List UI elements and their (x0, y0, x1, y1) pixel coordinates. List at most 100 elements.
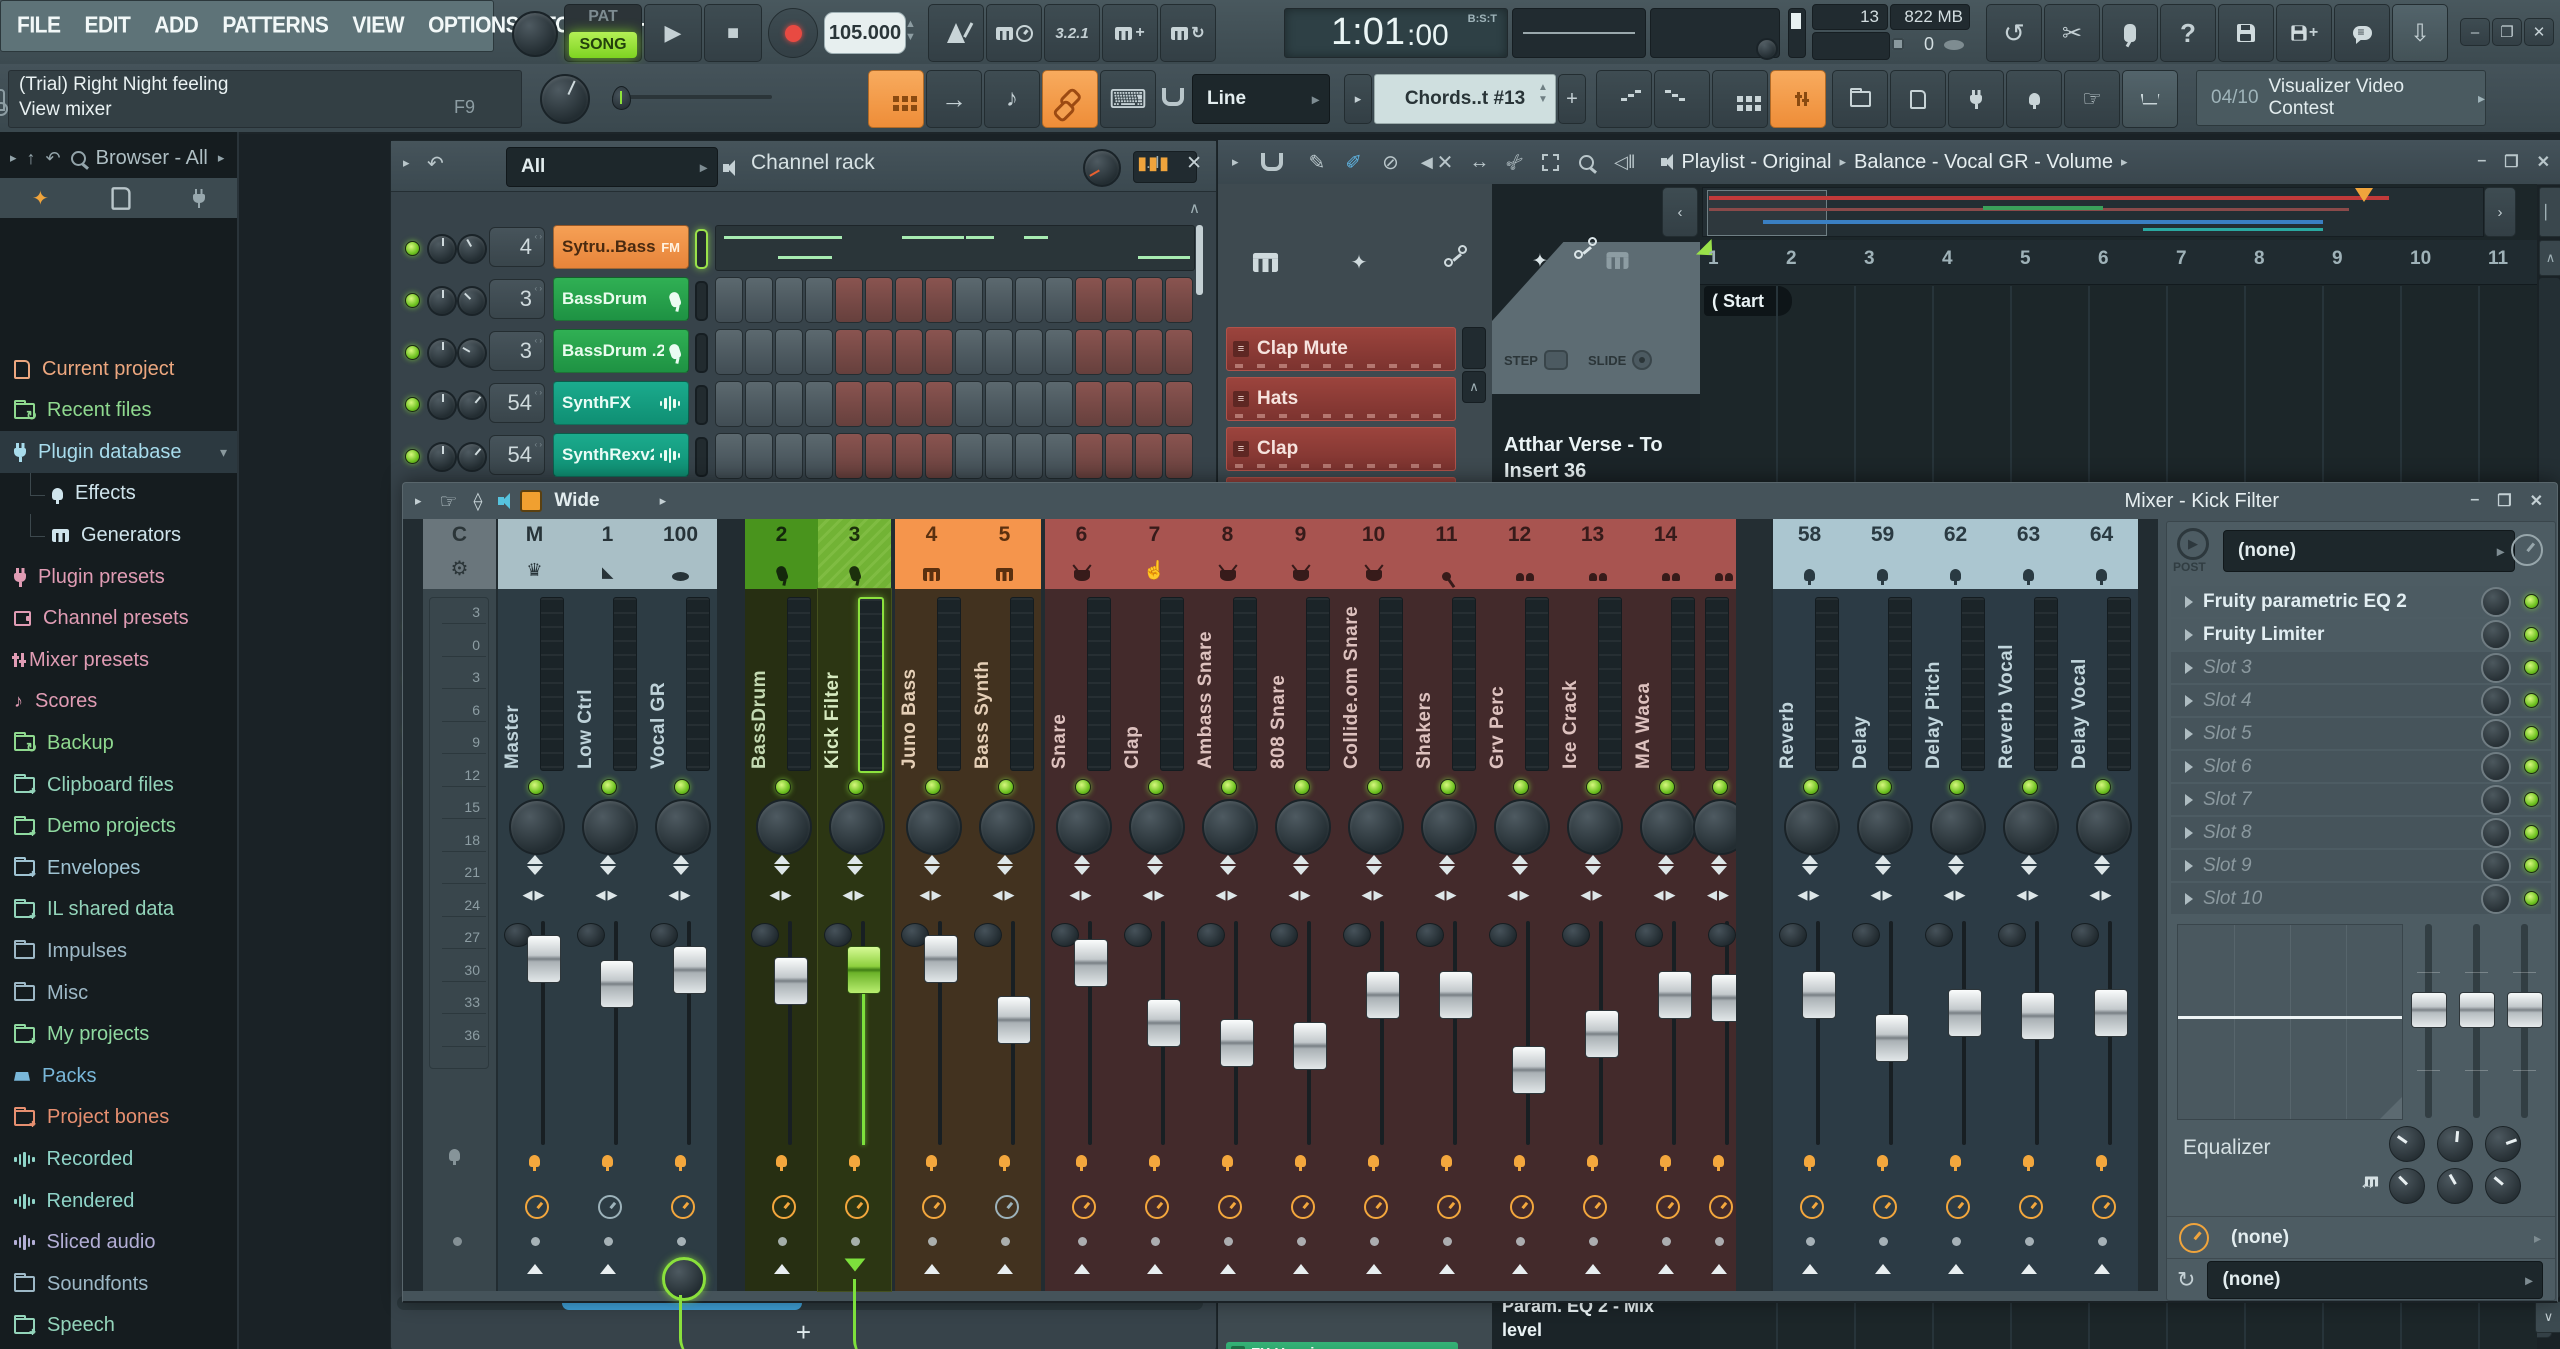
channel-mixer-target[interactable]: 3‹ › (489, 279, 545, 319)
strip-fader[interactable] (1366, 971, 1400, 1019)
strip-led[interactable] (528, 779, 544, 795)
touch-controller-button[interactable] (2006, 70, 2062, 128)
step-cell[interactable] (1045, 381, 1073, 427)
strip-pan-knob[interactable] (1784, 799, 1840, 855)
pat-song-switch[interactable]: PAT SONG (564, 4, 642, 62)
mixer-strip-bassdrum[interactable]: 2BassDrum◀▶ (745, 519, 818, 1291)
strip-route-arrow[interactable] (2021, 1261, 2037, 1279)
strip-led[interactable] (1712, 779, 1728, 795)
eq-knob-1[interactable] (2389, 1126, 2425, 1162)
strip-led[interactable] (601, 779, 617, 795)
slot-mix-knob[interactable] (2481, 719, 2511, 749)
strip-header[interactable]: 14 (1629, 519, 1702, 589)
step-cell[interactable] (1135, 329, 1163, 375)
mixer-strip-low-ctrl[interactable]: 1◢Low Ctrl◀▶ (571, 519, 644, 1291)
mixer-strip-bass-synth[interactable]: 5Bass Synth◀▶ (968, 519, 1041, 1291)
save-button[interactable] (2218, 4, 2274, 62)
step-cell[interactable] (1045, 433, 1073, 479)
slot-enable-led[interactable] (2524, 594, 2539, 609)
plugin-chain-selector[interactable]: (none)▸ (2223, 530, 2515, 572)
next-arrow-button[interactable]: → (926, 70, 982, 128)
post-toggle[interactable]: ▶ POST (2173, 528, 2217, 572)
browser-item-effects[interactable]: Effects (0, 473, 237, 515)
strip-separation-control[interactable] (1512, 855, 1528, 875)
step-cell[interactable] (925, 381, 953, 427)
strip-separation-control[interactable] (673, 855, 689, 875)
pattern-clip-green[interactable]: ≡ FX Heavi (1226, 1342, 1458, 1349)
strip-name[interactable]: Collide.om Snare (1341, 601, 1363, 769)
strip-name[interactable]: Snare (1049, 601, 1071, 769)
cut-tool-button[interactable]: ✂ (2044, 4, 2100, 62)
step-cell[interactable] (865, 433, 893, 479)
step-cell[interactable] (1135, 381, 1163, 427)
chevron-down-icon[interactable]: ▾ (220, 444, 227, 461)
pattern-menu-button[interactable]: ▸ (1344, 74, 1372, 124)
strip-led[interactable] (925, 779, 941, 795)
strip-small-knob[interactable] (1925, 923, 1953, 947)
zoom-icon[interactable] (1579, 155, 1594, 170)
strip-meter[interactable] (540, 597, 564, 771)
strip-clock-icon[interactable] (1145, 1195, 1169, 1219)
strip-fader[interactable] (1220, 1019, 1254, 1067)
step-cell[interactable] (1075, 381, 1103, 427)
strip-small-knob[interactable] (2071, 923, 2099, 947)
countdown-button[interactable]: 3.2.1 (1044, 4, 1100, 62)
playlist-scroll-down[interactable]: ∨ (2535, 1301, 2560, 1333)
browser-item-soundfonts[interactable]: Soundfonts (0, 1263, 237, 1305)
strip-pan-knob[interactable] (1129, 799, 1185, 855)
strip-meter[interactable] (613, 597, 637, 771)
strip-pan-knob[interactable] (1202, 799, 1258, 855)
strip-name[interactable]: Vocal GR (648, 601, 670, 769)
eq-knob-4[interactable] (2389, 1168, 2425, 1204)
browser-item-generators[interactable]: Generators (0, 514, 237, 556)
strip-pan-control[interactable]: ◀▶ (993, 887, 1017, 903)
strip-meter[interactable] (1598, 597, 1622, 771)
strip-meter[interactable] (1233, 597, 1257, 771)
strip-clock-icon[interactable] (1364, 1195, 1388, 1219)
strip-clock-icon[interactable] (845, 1195, 869, 1219)
oscilloscope-panel[interactable] (1512, 8, 1646, 58)
strip-separation-control[interactable] (1585, 855, 1601, 875)
step-cell[interactable] (985, 277, 1013, 323)
strip-separation-control[interactable] (1875, 855, 1891, 875)
channel-led[interactable] (405, 345, 420, 360)
channel-mute-pill[interactable] (695, 437, 708, 477)
strip-name[interactable]: Grv Perc (1487, 601, 1509, 769)
step-cell[interactable] (1015, 433, 1043, 479)
eq-knob-5[interactable] (2437, 1168, 2473, 1204)
slot-enable-led[interactable] (2524, 759, 2539, 774)
strip-led[interactable] (2095, 779, 2111, 795)
step-cell[interactable] (955, 329, 983, 375)
strip-pan-knob[interactable] (756, 799, 812, 855)
step-cell[interactable] (1165, 329, 1193, 375)
save-as-button[interactable]: + (2276, 4, 2332, 62)
strip-clock-icon[interactable] (1800, 1195, 1824, 1219)
channel-volume-knob[interactable] (457, 390, 487, 420)
step-cell[interactable] (715, 277, 743, 323)
effect-slot-6[interactable]: Slot 6 (2171, 751, 2551, 782)
strip-route-arrow[interactable] (1220, 1261, 1236, 1279)
mixer-view-mode[interactable]: Wide (554, 490, 599, 512)
channel-volume-knob[interactable] (457, 234, 487, 264)
mixer-strip-juno-bass[interactable]: 4Juno Bass◀▶ (895, 519, 968, 1291)
files-tab-icon[interactable] (111, 187, 130, 210)
strip-pan-knob[interactable] (655, 799, 711, 855)
channel-mixer-target[interactable]: 54‹ › (489, 435, 545, 475)
strip-fader[interactable] (1875, 1014, 1909, 1062)
browser-item-rendered[interactable]: Rendered (0, 1180, 237, 1222)
strip-led[interactable] (1803, 779, 1819, 795)
strip-name[interactable]: Juno Bass (899, 601, 921, 769)
strip-pan-control[interactable]: ◀▶ (1362, 887, 1386, 903)
automation-icon[interactable] (1574, 250, 1583, 259)
slot-mix-knob[interactable] (2481, 620, 2511, 650)
strip-separation-control[interactable] (2021, 855, 2037, 875)
strip-name[interactable]: MA Waca (1633, 601, 1655, 769)
strip-small-knob[interactable] (650, 923, 678, 947)
channel-button-2[interactable]: BassDrum .2 (553, 329, 689, 373)
minimap-marker[interactable] (2355, 188, 2373, 202)
step-cell[interactable] (1105, 433, 1133, 479)
browser-item-il-shared-data[interactable]: IL shared data (0, 889, 237, 931)
back-icon[interactable]: ↶ (46, 148, 61, 169)
strip-led[interactable] (1440, 779, 1456, 795)
channel-rack-toggle[interactable] (1712, 70, 1768, 128)
